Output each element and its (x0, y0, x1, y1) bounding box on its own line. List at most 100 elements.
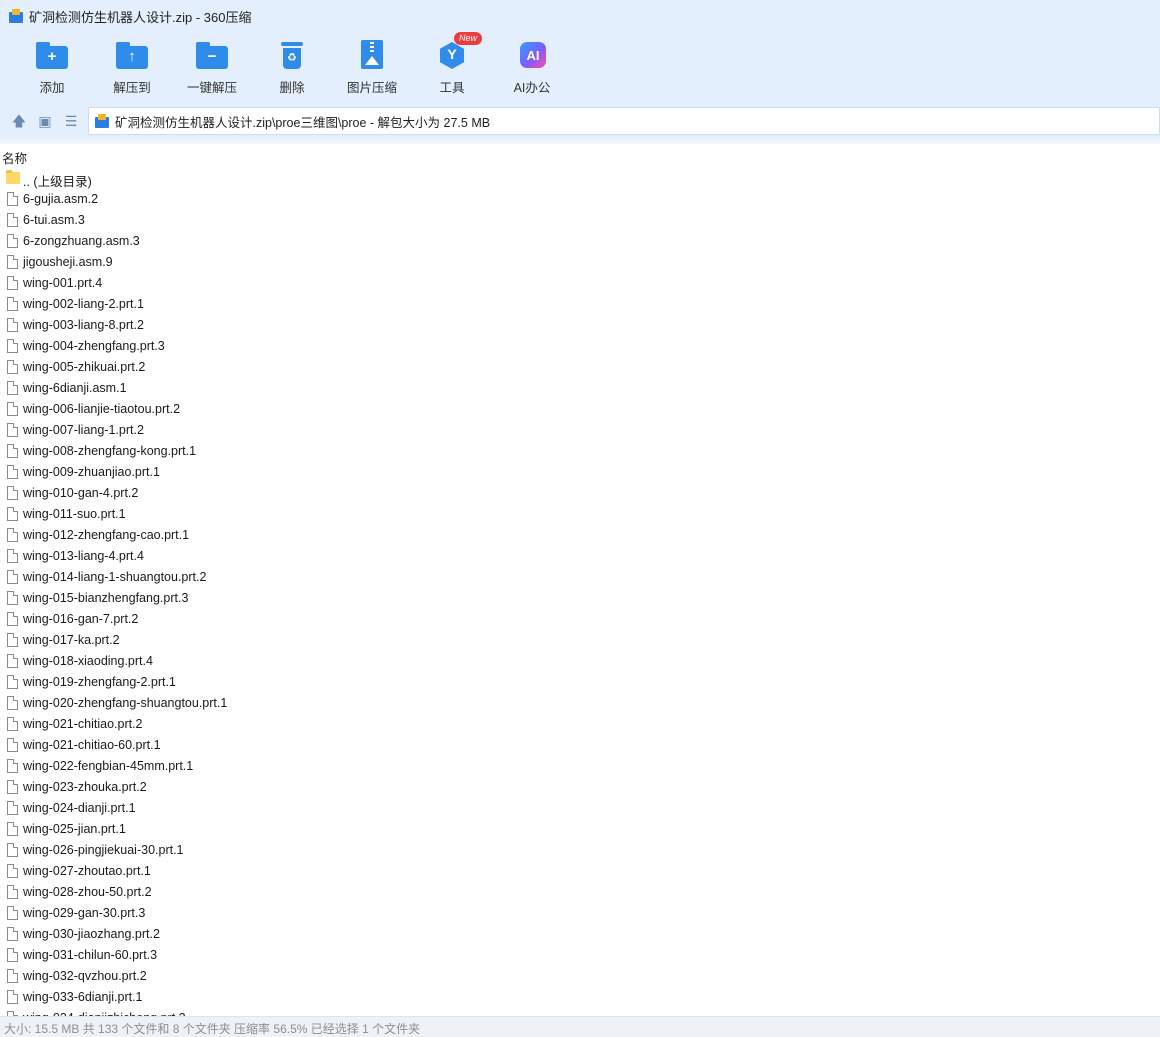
ai-office-icon: AI (516, 40, 548, 70)
file-name: wing-024-dianji.prt.1 (23, 801, 136, 815)
folder-icon (6, 170, 20, 184)
file-row[interactable]: 6-gujia.asm.2 (0, 189, 600, 210)
file-row[interactable]: 6-tui.asm.3 (0, 210, 600, 231)
file-row[interactable]: wing-021-chitiao.prt.2 (0, 714, 600, 735)
new-badge: New (454, 32, 483, 45)
file-name: wing-018-xiaoding.prt.4 (23, 654, 153, 668)
file-icon (7, 738, 18, 752)
file-row[interactable]: wing-031-chilun-60.prt.3 (0, 945, 600, 966)
extract-to-button[interactable]: ↑ 解压到 (92, 32, 172, 106)
file-row[interactable]: wing-013-liang-4.prt.4 (0, 546, 600, 567)
file-row[interactable]: wing-003-liang-8.prt.2 (0, 315, 600, 336)
file-name: wing-030-jiaozhang.prt.2 (23, 927, 160, 941)
recycle-bin-icon: ♻ (276, 40, 308, 70)
file-icon (7, 969, 18, 983)
file-row[interactable]: wing-033-6dianji.prt.1 (0, 987, 600, 1008)
file-row[interactable]: wing-011-suo.prt.1 (0, 504, 600, 525)
image-compress-icon (356, 40, 388, 70)
file-row[interactable]: wing-020-zhengfang-shuangtou.prt.1 (0, 693, 600, 714)
file-row[interactable]: wing-034-dianjizhicheng.prt.2 (0, 1008, 600, 1016)
file-row[interactable]: wing-005-zhikuai.prt.2 (0, 357, 600, 378)
file-name: wing-011-suo.prt.1 (23, 507, 126, 521)
file-name: wing-021-chitiao.prt.2 (23, 717, 143, 731)
ai-office-button[interactable]: AI AI办公 (492, 32, 572, 106)
file-row[interactable]: wing-007-liang-1.prt.2 (0, 420, 600, 441)
file-icon (7, 654, 18, 668)
path-field[interactable]: 矿洞检测仿生机器人设计.zip\proe三维图\proe - 解包大小为 27.… (88, 107, 1160, 135)
file-name: wing-004-zhengfang.prt.3 (23, 339, 165, 353)
file-row[interactable]: wing-019-zhengfang-2.prt.1 (0, 672, 600, 693)
parent-folder-row[interactable]: .. (上级目录) (0, 168, 600, 189)
file-row[interactable]: wing-010-gan-4.prt.2 (0, 483, 600, 504)
file-name: wing-021-chitiao-60.prt.1 (23, 738, 161, 752)
toolbar-divider (0, 136, 1160, 144)
file-icon (7, 423, 18, 437)
thumbnail-view-icon[interactable]: ▣ (37, 113, 53, 129)
file-row[interactable]: wing-023-zhouka.prt.2 (0, 777, 600, 798)
file-row[interactable]: wing-032-qvzhou.prt.2 (0, 966, 600, 987)
ai-office-button-label: AI办公 (513, 81, 551, 95)
delete-button[interactable]: ♻ 删除 (252, 32, 332, 106)
file-row[interactable]: wing-006-lianjie-tiaotou.prt.2 (0, 399, 600, 420)
file-name: jigousheji.asm.9 (23, 255, 113, 269)
file-icon (7, 864, 18, 878)
file-name: wing-026-pingjiekuai-30.prt.1 (23, 843, 184, 857)
add-button[interactable]: + 添加 (12, 32, 92, 106)
file-name: wing-023-zhouka.prt.2 (23, 780, 147, 794)
file-row[interactable]: wing-001.prt.4 (0, 273, 600, 294)
column-header-name[interactable]: 名称 (0, 146, 1160, 166)
add-button-label: 添加 (39, 81, 65, 95)
file-row[interactable]: jigousheji.asm.9 (0, 252, 600, 273)
file-row[interactable]: wing-014-liang-1-shuangtou.prt.2 (0, 567, 600, 588)
file-name: wing-014-liang-1-shuangtou.prt.2 (23, 570, 207, 584)
file-icon (7, 591, 18, 605)
file-row[interactable]: wing-029-gan-30.prt.3 (0, 903, 600, 924)
file-row[interactable]: wing-024-dianji.prt.1 (0, 798, 600, 819)
file-name: wing-008-zhengfang-kong.prt.1 (23, 444, 197, 458)
file-row[interactable]: wing-022-fengbian-45mm.prt.1 (0, 756, 600, 777)
file-icon (7, 990, 18, 1004)
file-row[interactable]: wing-027-zhoutao.prt.1 (0, 861, 600, 882)
file-name: wing-027-zhoutao.prt.1 (23, 864, 151, 878)
file-row[interactable]: wing-026-pingjiekuai-30.prt.1 (0, 840, 600, 861)
file-name: wing-6dianji.asm.1 (23, 381, 127, 395)
file-icon (7, 507, 18, 521)
file-icon (7, 570, 18, 584)
file-name: wing-031-chilun-60.prt.3 (23, 948, 158, 962)
file-icon (7, 444, 18, 458)
file-row[interactable]: wing-015-bianzhengfang.prt.3 (0, 588, 600, 609)
file-row[interactable]: wing-016-gan-7.prt.2 (0, 609, 600, 630)
file-row[interactable]: wing-030-jiaozhang.prt.2 (0, 924, 600, 945)
file-row[interactable]: wing-004-zhengfang.prt.3 (0, 336, 600, 357)
file-row[interactable]: wing-002-liang-2.prt.1 (0, 294, 600, 315)
file-icon (7, 843, 18, 857)
file-icon (7, 801, 18, 815)
file-row[interactable]: wing-028-zhou-50.prt.2 (0, 882, 600, 903)
list-view-icon[interactable]: ☰ (63, 113, 79, 129)
file-row[interactable]: wing-008-zhengfang-kong.prt.1 (0, 441, 600, 462)
file-name: wing-028-zhou-50.prt.2 (23, 885, 152, 899)
path-text: 矿洞检测仿生机器人设计.zip\proe三维图\proe - 解包大小为 27.… (115, 115, 491, 130)
quick-extract-button[interactable]: − 一键解压 (172, 32, 252, 106)
file-name: wing-001.prt.4 (23, 276, 103, 290)
file-row[interactable]: wing-009-zhuanjiao.prt.1 (0, 462, 600, 483)
file-icon (7, 486, 18, 500)
file-row[interactable]: wing-017-ka.prt.2 (0, 630, 600, 651)
file-name: wing-012-zhengfang-cao.prt.1 (23, 528, 190, 542)
file-row[interactable]: wing-021-chitiao-60.prt.1 (0, 735, 600, 756)
file-name: wing-033-6dianji.prt.1 (23, 990, 143, 1004)
toolbar: + 添加 ↑ 解压到 − 一键解压 ♻ 删除 图片压缩 Y 工具 AI AI办公 (0, 32, 1160, 106)
up-arrow-icon[interactable]: 🡅 (11, 113, 27, 129)
file-icon (7, 885, 18, 899)
file-row[interactable]: wing-018-xiaoding.prt.4 (0, 651, 600, 672)
file-row[interactable]: wing-012-zhengfang-cao.prt.1 (0, 525, 600, 546)
file-row[interactable]: 6-zongzhuang.asm.3 (0, 231, 600, 252)
image-compress-button[interactable]: 图片压缩 (332, 32, 412, 106)
file-row[interactable]: wing-025-jian.prt.1 (0, 819, 600, 840)
file-name: wing-009-zhuanjiao.prt.1 (23, 465, 160, 479)
archive-icon (95, 114, 109, 128)
file-row[interactable]: wing-6dianji.asm.1 (0, 378, 600, 399)
window-title: 矿洞检测仿生机器人设计.zip - 360压缩 (29, 9, 252, 25)
file-name: 6-zongzhuang.asm.3 (23, 234, 140, 248)
tools-button-label: 工具 (439, 81, 465, 95)
